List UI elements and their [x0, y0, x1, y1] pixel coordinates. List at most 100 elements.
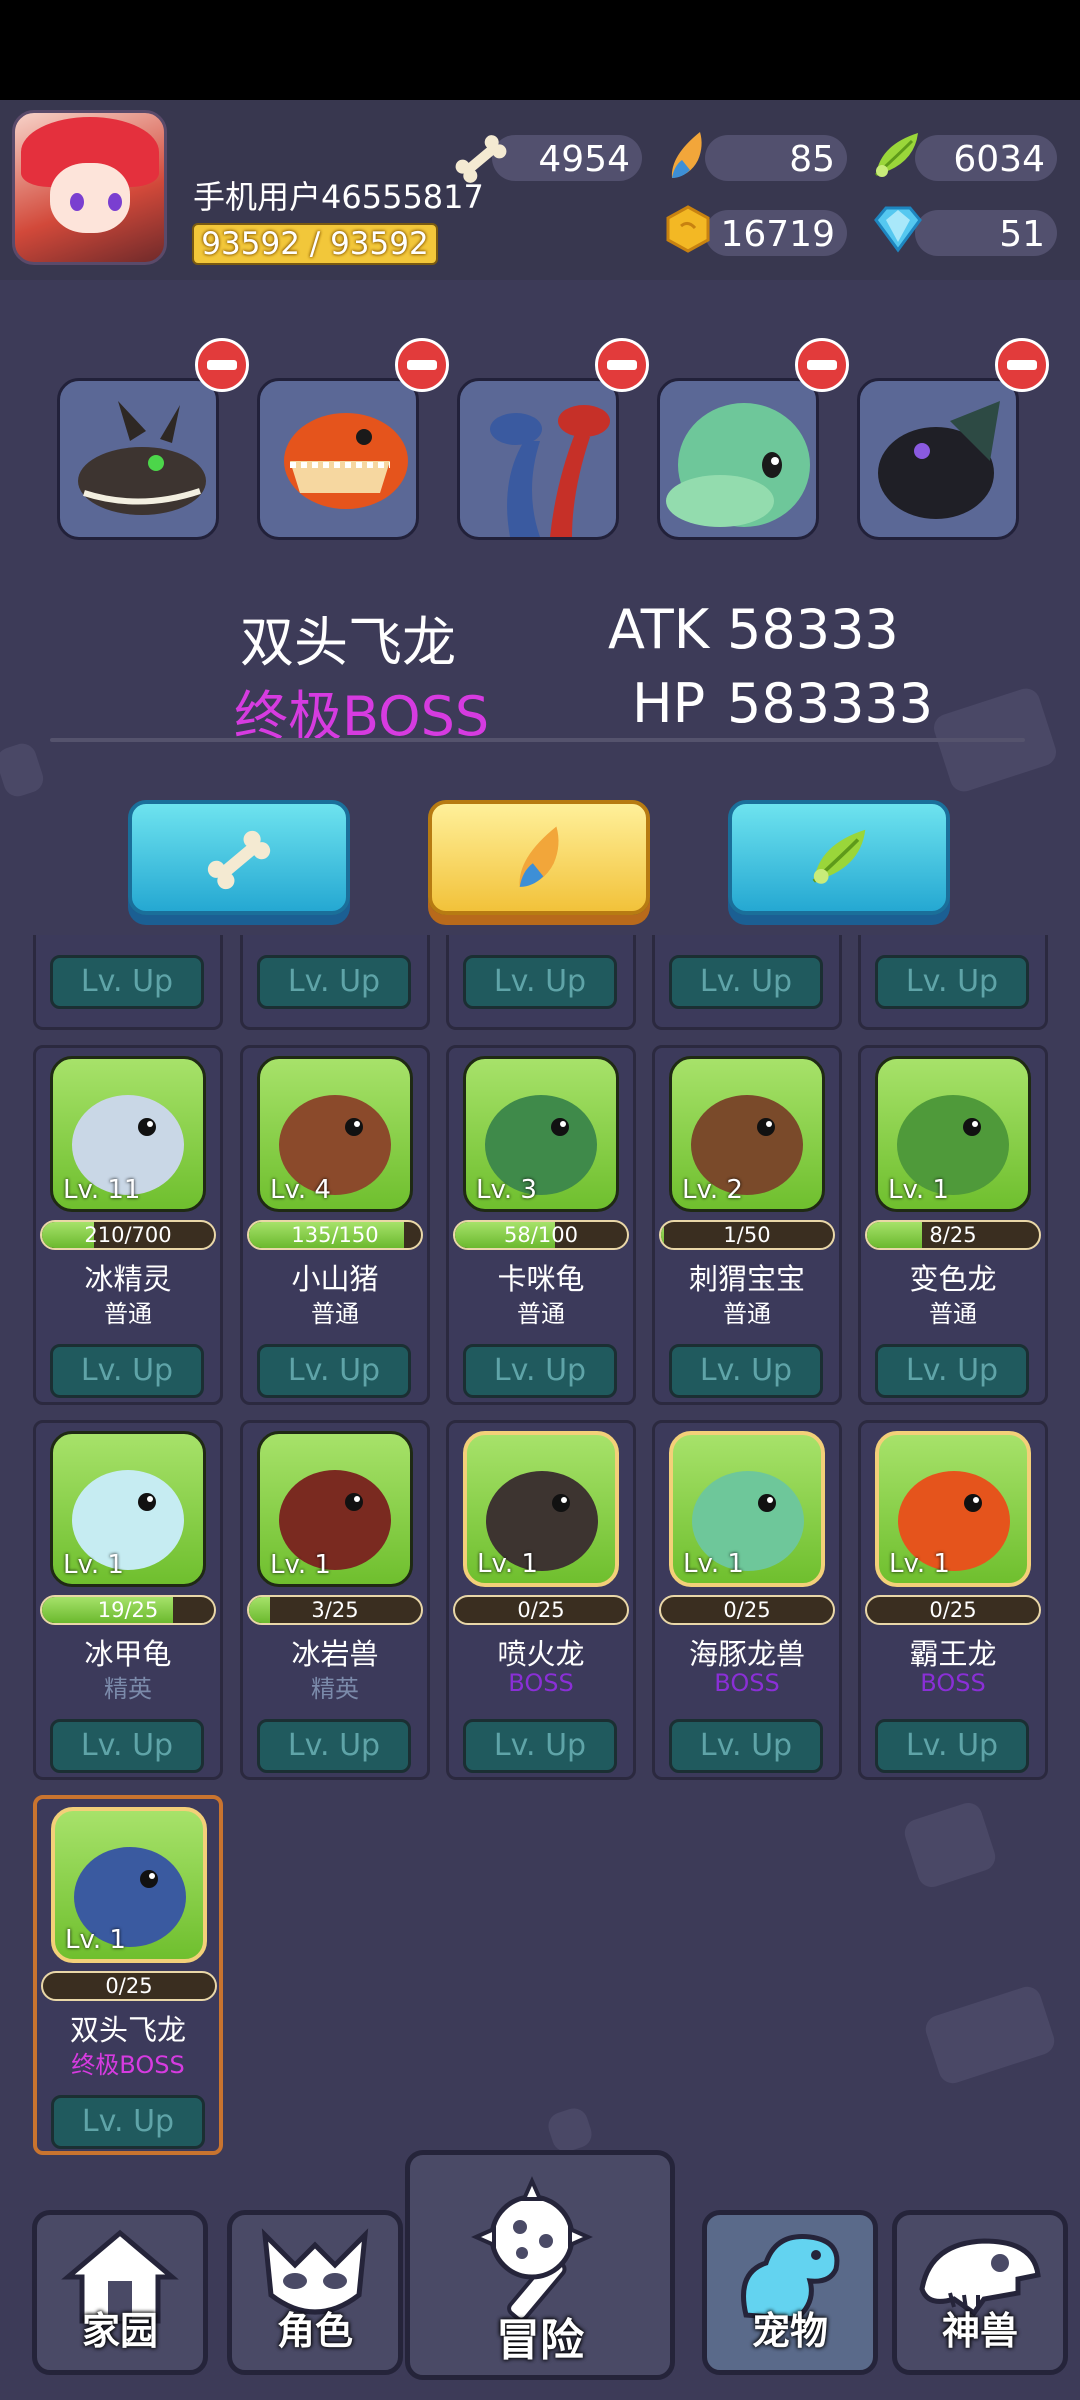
pet-name: 冰岩兽: [291, 1637, 379, 1671]
black-dragon-icon: [878, 401, 1000, 519]
level-up-button[interactable]: Lv. Up: [50, 1719, 204, 1773]
pet-card[interactable]: Lv. 1 8/25 变色龙 普通 Lv. Up: [858, 1045, 1048, 1405]
level-up-button[interactable]: Lv. Up: [669, 955, 823, 1009]
pet-portrait[interactable]: Lv. 1: [463, 1431, 619, 1587]
pet-card-partial: Lv. Up: [652, 935, 842, 1030]
pet-portrait[interactable]: Lv. 3: [463, 1056, 619, 1212]
level-up-button[interactable]: Lv. Up: [463, 955, 617, 1009]
pet-card[interactable]: Lv. 1 19/25 冰甲龟 精英 Lv. Up: [33, 1420, 223, 1780]
level-up-button[interactable]: Lv. Up: [669, 1344, 823, 1398]
pet-card[interactable]: Lv. 1 3/25 冰岩兽 精英 Lv. Up: [240, 1420, 430, 1780]
pet-card[interactable]: Lv. 4 135/150 小山猪普通 Lv. Up: [240, 1045, 430, 1405]
pet-name: 小山猪: [291, 1262, 379, 1296]
gold-count: 16719: [720, 214, 835, 255]
pet-card-partial: Lv. Up: [446, 935, 636, 1030]
nav-pets[interactable]: 宠物: [690, 2165, 890, 2375]
level-up-button[interactable]: Lv. Up: [875, 1719, 1029, 1773]
pet-card[interactable]: Lv. 1 0/25 霸王龙 BOSS Lv. Up: [858, 1420, 1048, 1780]
nav-beasts[interactable]: 神兽: [880, 2165, 1080, 2375]
pet-card[interactable]: Lv. 1 0/25 双头飞龙 终极BOSS Lv. Up: [33, 1795, 223, 2155]
level-up-button[interactable]: Lv. Up: [50, 955, 204, 1009]
gem-icon: [874, 206, 922, 253]
pet-portrait[interactable]: Lv. 1: [875, 1056, 1031, 1212]
tab-bone[interactable]: [128, 800, 350, 915]
remove-slot-4-button[interactable]: [795, 338, 849, 392]
pet-portrait[interactable]: Lv. 1: [875, 1431, 1031, 1587]
pet-card[interactable]: Lv. 3 58/100 卡咪龟 普通 Lv. Up: [446, 1045, 636, 1405]
pet-portrait[interactable]: Lv. 1: [50, 1431, 206, 1587]
team-slot-two-headed-dragon[interactable]: [457, 378, 619, 540]
pet-name: 变色龙: [909, 1262, 997, 1296]
remove-slot-1-button[interactable]: [195, 338, 249, 392]
nav-pets-label: 宠物: [751, 2309, 828, 2353]
nav-home[interactable]: 家园: [20, 2165, 220, 2375]
pet-portrait[interactable]: Lv. 2: [669, 1056, 825, 1212]
leaf-icon: [874, 133, 918, 177]
nav-adventure[interactable]: 冒险: [405, 2150, 675, 2380]
pet-card[interactable]: Lv. 11 210/700 冰精灵 普通 Lv. Up: [33, 1045, 223, 1405]
nav-character[interactable]: 角色: [215, 2165, 415, 2375]
pet-name: 冰甲龟: [84, 1637, 172, 1671]
pet-portrait[interactable]: Lv. 1: [257, 1431, 413, 1587]
player-hp-bar: 93592 / 93592: [192, 223, 438, 265]
level-up-button[interactable]: Lv. Up: [875, 1344, 1029, 1398]
resource-bone[interactable]: 4954: [492, 135, 642, 181]
pet-progress-bar: 135/150: [247, 1220, 423, 1250]
pet-name: 霸王龙: [909, 1637, 997, 1671]
floor-decoration: [901, 1799, 999, 1891]
level-up-button[interactable]: Lv. Up: [257, 955, 411, 1009]
tab-leaf[interactable]: [728, 800, 950, 915]
resource-gold[interactable]: 16719: [705, 210, 847, 256]
level-up-button[interactable]: Lv. Up: [257, 1344, 411, 1398]
pet-level: Lv. 1: [65, 1925, 126, 1955]
pet-tier: 普通: [311, 1300, 359, 1328]
remove-slot-5-button[interactable]: [995, 338, 1049, 392]
bone-icon: [455, 135, 507, 183]
pet-portrait[interactable]: Lv. 11: [50, 1056, 206, 1212]
status-bar: [0, 0, 1080, 100]
resource-gem[interactable]: 51: [915, 210, 1057, 256]
remove-slot-3-button[interactable]: [595, 338, 649, 392]
pet-level: Lv. 1: [683, 1549, 744, 1579]
orange-trex-icon: [284, 413, 408, 509]
level-up-button[interactable]: Lv. Up: [669, 1719, 823, 1773]
resource-leaf[interactable]: 6034: [915, 135, 1057, 181]
level-up-button[interactable]: Lv. Up: [50, 1344, 204, 1398]
level-up-button[interactable]: Lv. Up: [257, 1719, 411, 1773]
pet-progress-bar: 19/25: [40, 1595, 216, 1625]
tab-horn[interactable]: [428, 800, 650, 915]
pet-card[interactable]: Lv. 2 1/50 刺猬宝宝 普通 Lv. Up: [652, 1045, 842, 1405]
team-slot-black-dragon[interactable]: [857, 378, 1019, 540]
horn-count: 85: [789, 139, 835, 180]
pet-portrait[interactable]: Lv. 4: [257, 1056, 413, 1212]
team-slot-green-dino[interactable]: [657, 378, 819, 540]
pet-name: 刺猬宝宝: [688, 1262, 805, 1296]
team-slot-orange-trex[interactable]: [257, 378, 419, 540]
player-avatar[interactable]: [12, 110, 167, 265]
level-up-button[interactable]: Lv. Up: [463, 1344, 617, 1398]
pet-card[interactable]: Lv. 1 0/25 喷火龙 BOSS Lv. Up: [446, 1420, 636, 1780]
pet-portrait[interactable]: Lv. 1: [51, 1807, 207, 1963]
remove-slot-2-button[interactable]: [395, 338, 449, 392]
resource-horn[interactable]: 85: [705, 135, 847, 181]
pet-progress-text: 0/25: [105, 1974, 153, 1998]
hp-value: 583333: [727, 672, 934, 735]
pet-progress-text: 3/25: [311, 1598, 359, 1622]
pet-card[interactable]: Lv. 1 0/25 海豚龙兽 BOSS Lv. Up: [652, 1420, 842, 1780]
team-slot-dark-dragon[interactable]: [57, 378, 219, 540]
level-up-button[interactable]: Lv. Up: [51, 2095, 205, 2149]
pet-name: 双头飞龙: [69, 2013, 186, 2047]
pet-tier: BOSS: [714, 1669, 780, 1697]
pet-progress-text: 135/150: [291, 1223, 379, 1247]
level-up-button[interactable]: Lv. Up: [875, 955, 1029, 1009]
level-up-button[interactable]: Lv. Up: [463, 1719, 617, 1773]
hp-label: HP: [632, 672, 706, 735]
pet-progress-text: 210/700: [84, 1223, 172, 1247]
pet-progress-bar: 3/25: [247, 1595, 423, 1625]
nav-beasts-label: 神兽: [941, 2309, 1018, 2353]
nav-adventure-label: 冒险: [496, 2315, 584, 2366]
pet-progress-bar: 0/25: [659, 1595, 835, 1625]
pet-portrait[interactable]: Lv. 1: [669, 1431, 825, 1587]
pet-progress-bar: 1/50: [659, 1220, 835, 1250]
pet-tier: BOSS: [920, 1669, 986, 1697]
